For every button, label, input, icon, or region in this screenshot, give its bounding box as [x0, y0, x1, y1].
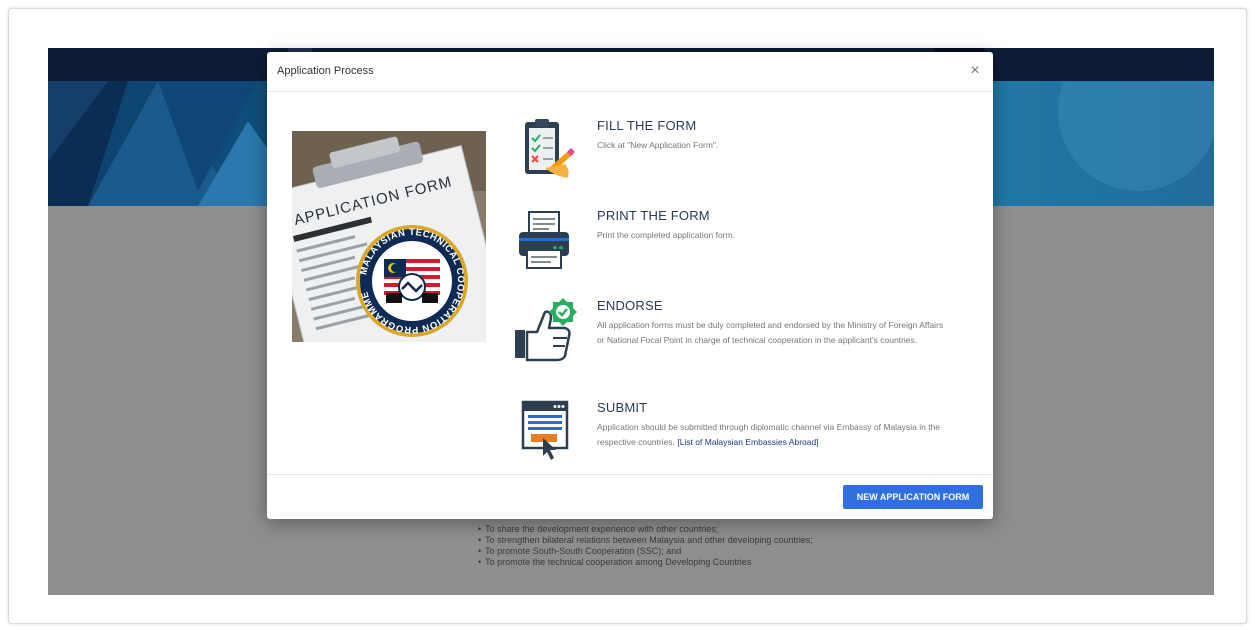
clipboard-checklist-icon: [515, 118, 575, 182]
step-title: FILL THE FORM: [597, 118, 697, 133]
step-description: Application should be submitted through …: [597, 420, 952, 450]
modal-title: Application Process: [277, 65, 374, 77]
application-process-modal: Application Process × APPLICATION FORM M…: [267, 52, 993, 519]
modal-footer: NEW APPLICATION FORM: [267, 474, 993, 519]
thumbs-up-badge-icon: [515, 298, 577, 362]
list-item: To strengthen bilateral relations betwee…: [478, 535, 813, 546]
browser-click-icon: [515, 400, 575, 464]
application-form-image: APPLICATION FORM MALAYSIAN TECHNICAL COO…: [292, 131, 486, 342]
step-description: All application forms must be duly compl…: [597, 320, 944, 345]
close-button[interactable]: ×: [965, 61, 985, 81]
list-item: To share the development experience with…: [478, 524, 813, 535]
embassies-list-link[interactable]: [List of Malaysian Embassies Abroad]: [677, 437, 818, 447]
step-title: ENDORSE: [597, 298, 663, 313]
list-item: To promote South-South Cooperation (SSC)…: [478, 546, 813, 557]
step-title: PRINT THE FORM: [597, 208, 710, 223]
printer-icon: [515, 208, 575, 272]
step-description: Print the completed application form.: [597, 230, 735, 240]
objectives-list: To share the development experience with…: [478, 524, 813, 568]
step-title: SUBMIT: [597, 400, 648, 415]
step-description: Click at "New Application Form".: [597, 140, 719, 150]
modal-header: Application Process ×: [267, 52, 993, 92]
list-item: To promote the technical cooperation amo…: [478, 557, 813, 568]
new-application-form-button[interactable]: NEW APPLICATION FORM: [843, 485, 983, 509]
